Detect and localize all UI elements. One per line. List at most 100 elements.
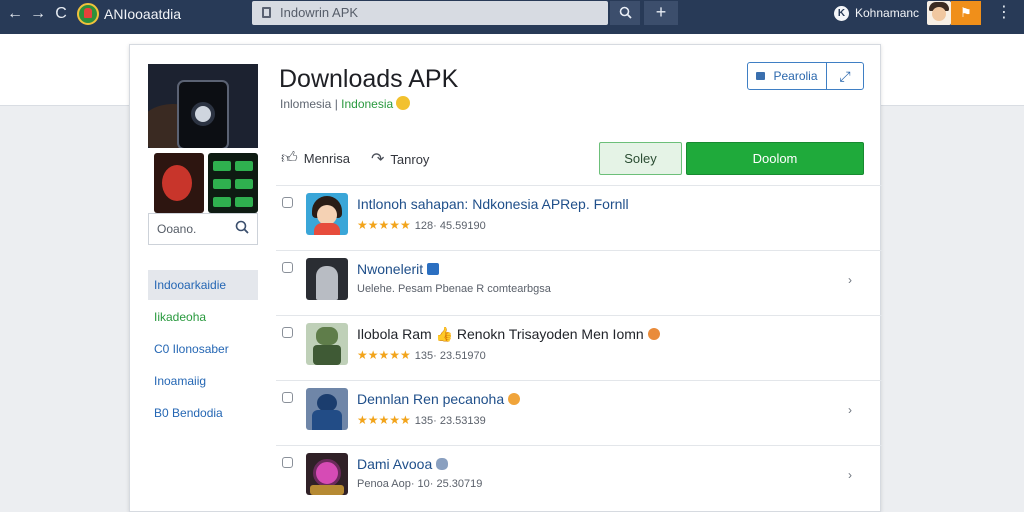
chevron-right-icon[interactable]: › [848, 468, 852, 482]
list-item[interactable]: Ilobola Ram 👍 Renokn Trisayoden Men Iomn… [276, 315, 882, 380]
page-subtitle: Inlomesia | Indonesia [280, 96, 411, 111]
screenshot-figure [162, 165, 192, 201]
secondary-button[interactable]: Soley [599, 142, 682, 175]
like-label: Menrisa [303, 151, 350, 166]
subtitle-plain: Inlomesia | [280, 97, 342, 111]
app-thumbnail[interactable] [306, 388, 348, 430]
notifications-button[interactable]: ⚑ [951, 1, 981, 25]
app-thumbnail[interactable] [306, 258, 348, 300]
app-thumbnail[interactable] [306, 453, 348, 495]
bookmark-icon[interactable] [282, 457, 293, 468]
screenshot-tile [235, 179, 253, 189]
share-button[interactable]: ↷ Tanroy [371, 149, 429, 169]
sidebar-item-iikadeoha[interactable]: Iikadeoha [148, 302, 258, 332]
app-meta: Penoa Aop· 10· 25.30719 [357, 478, 482, 490]
share-label: Tanroy [390, 152, 430, 167]
app-hero-image[interactable] [148, 64, 258, 148]
app-meta-text: Penoa Aop· 10· 25.30719 [357, 478, 483, 490]
thumb-art [316, 327, 338, 345]
sidebar-item-bendodia[interactable]: B0 Bendodia [148, 398, 258, 428]
rating-stars-icon: ★★★★★ [357, 348, 411, 362]
list-item[interactable]: Intlonoh sahapan: Ndkonesia APRep. Fornl… [276, 185, 882, 250]
screenshot-tile [213, 197, 231, 207]
app-meta-text: 128· 45.59190 [414, 220, 486, 232]
add-tab-button[interactable]: + [644, 1, 678, 25]
app-meta: Uelehe. Pesam Pbenae R comtearbgsa [357, 283, 551, 295]
follow-button[interactable]: Pearolia [748, 63, 827, 89]
like-button[interactable]: 👍︎ Menrisa [281, 149, 350, 168]
screenshot-thumbnail[interactable] [154, 153, 204, 213]
list-item[interactable]: Dami Avooa Penoa Aop· 10· 25.30719 › [276, 445, 882, 510]
thumb-art [314, 223, 340, 235]
thumb-art [313, 459, 341, 487]
sidebar-item-inoamaiig[interactable]: Inoamaiig [148, 366, 258, 396]
expand-icon[interactable]: ⤢ [827, 63, 863, 89]
bell-icon: ⚑ [960, 5, 972, 20]
app-meta-text: Uelehe. Pesam Pbenae R comtearbgsa [357, 283, 551, 295]
tag-icon [436, 458, 449, 470]
app-thumbnail[interactable] [306, 193, 348, 235]
app-meta: ★★★★★ 135· 23.51970 [357, 348, 486, 362]
sidebar-nav: Indooarkaidie Iikadeoha C0 Ilonosaber In… [148, 270, 258, 430]
page-title: Downloads APK [279, 65, 459, 93]
sidebar-item-indooarkaidie[interactable]: Indooarkaidie [148, 270, 258, 300]
page-icon [262, 7, 271, 18]
bookmark-icon[interactable] [282, 197, 293, 208]
thumbs-up-icon: 👍︎ [281, 150, 298, 167]
app-list: Intlonoh sahapan: Ndkonesia APRep. Fornl… [276, 185, 882, 510]
app-title-text: Nwonelerit [357, 261, 424, 277]
app-title[interactable]: Ilobola Ram 👍 Renokn Trisayoden Men Iomn [357, 326, 660, 343]
follow-button-group: Pearolia ⤢ [747, 62, 864, 90]
kebab-icon[interactable]: ⋮ [996, 4, 1012, 24]
site-logo-icon[interactable] [77, 3, 99, 25]
bookmark-icon[interactable] [282, 327, 293, 338]
screenshot-thumbnail[interactable] [208, 153, 258, 213]
app-title-text: Ilobola Ram 👍 Renokn Trisayoden Men Iomn [357, 326, 644, 342]
app-title[interactable]: Nwonelerit [357, 261, 440, 277]
thumb-art [312, 410, 342, 430]
share-icon: ↷ [371, 151, 385, 168]
search-button[interactable] [610, 1, 640, 25]
forward-icon[interactable]: → [28, 4, 48, 24]
search-icon [619, 6, 632, 19]
subtitle-highlight[interactable]: Indonesia [341, 97, 393, 111]
search-icon[interactable] [235, 220, 249, 238]
app-meta-text: 135· 23.51970 [414, 350, 486, 362]
download-button[interactable]: Doolom [686, 142, 864, 175]
thumb-art [317, 205, 337, 225]
avatar[interactable] [927, 1, 951, 25]
chevron-right-icon[interactable]: › [848, 403, 852, 417]
avatar-face [932, 7, 946, 21]
back-icon[interactable]: ← [5, 4, 25, 24]
lock-icon [756, 72, 766, 80]
app-title[interactable]: Intlonoh sahapan: Ndkonesia APRep. Fornl… [357, 196, 629, 212]
site-name[interactable]: ANIooaatdia [104, 6, 181, 22]
chevron-right-icon[interactable]: › [848, 273, 852, 287]
sidebar-search-input[interactable]: Ooano. [148, 213, 258, 245]
url-text: Indowrin APK [280, 5, 359, 20]
thumb-art [313, 345, 341, 365]
follow-button-label: Pearolia [773, 69, 818, 83]
thumb-art [310, 485, 344, 495]
app-title[interactable]: Dennlan Ren pecanoha [357, 391, 521, 407]
bookmark-icon[interactable] [282, 262, 293, 273]
list-item[interactable]: Dennlan Ren pecanoha ★★★★★ 135· 23.53139 … [276, 380, 882, 445]
sidebar-item-ilonosaber[interactable]: C0 Ilonosaber [148, 334, 258, 364]
address-bar[interactable]: Indowrin APK [252, 1, 608, 25]
app-meta-text: 135· 23.53139 [414, 415, 486, 427]
sidebar-search-label: Ooano. [157, 222, 197, 236]
flame-icon [647, 328, 660, 340]
user-name[interactable]: Kohnamanc [855, 6, 919, 20]
bookmark-icon[interactable] [282, 392, 293, 403]
app-thumbnail[interactable] [306, 323, 348, 365]
app-title[interactable]: Dami Avooa [357, 456, 449, 472]
screenshot-tile [235, 161, 253, 171]
screenshot-tile [213, 179, 231, 189]
badge-icon [427, 263, 440, 275]
reload-icon[interactable]: C [51, 4, 71, 24]
smiley-icon [396, 96, 411, 110]
app-meta: ★★★★★ 135· 23.53139 [357, 413, 486, 427]
screenshot-tile [213, 161, 231, 171]
list-item[interactable]: Nwonelerit Uelehe. Pesam Pbenae R comtea… [276, 250, 882, 315]
smiley-icon [508, 393, 521, 405]
